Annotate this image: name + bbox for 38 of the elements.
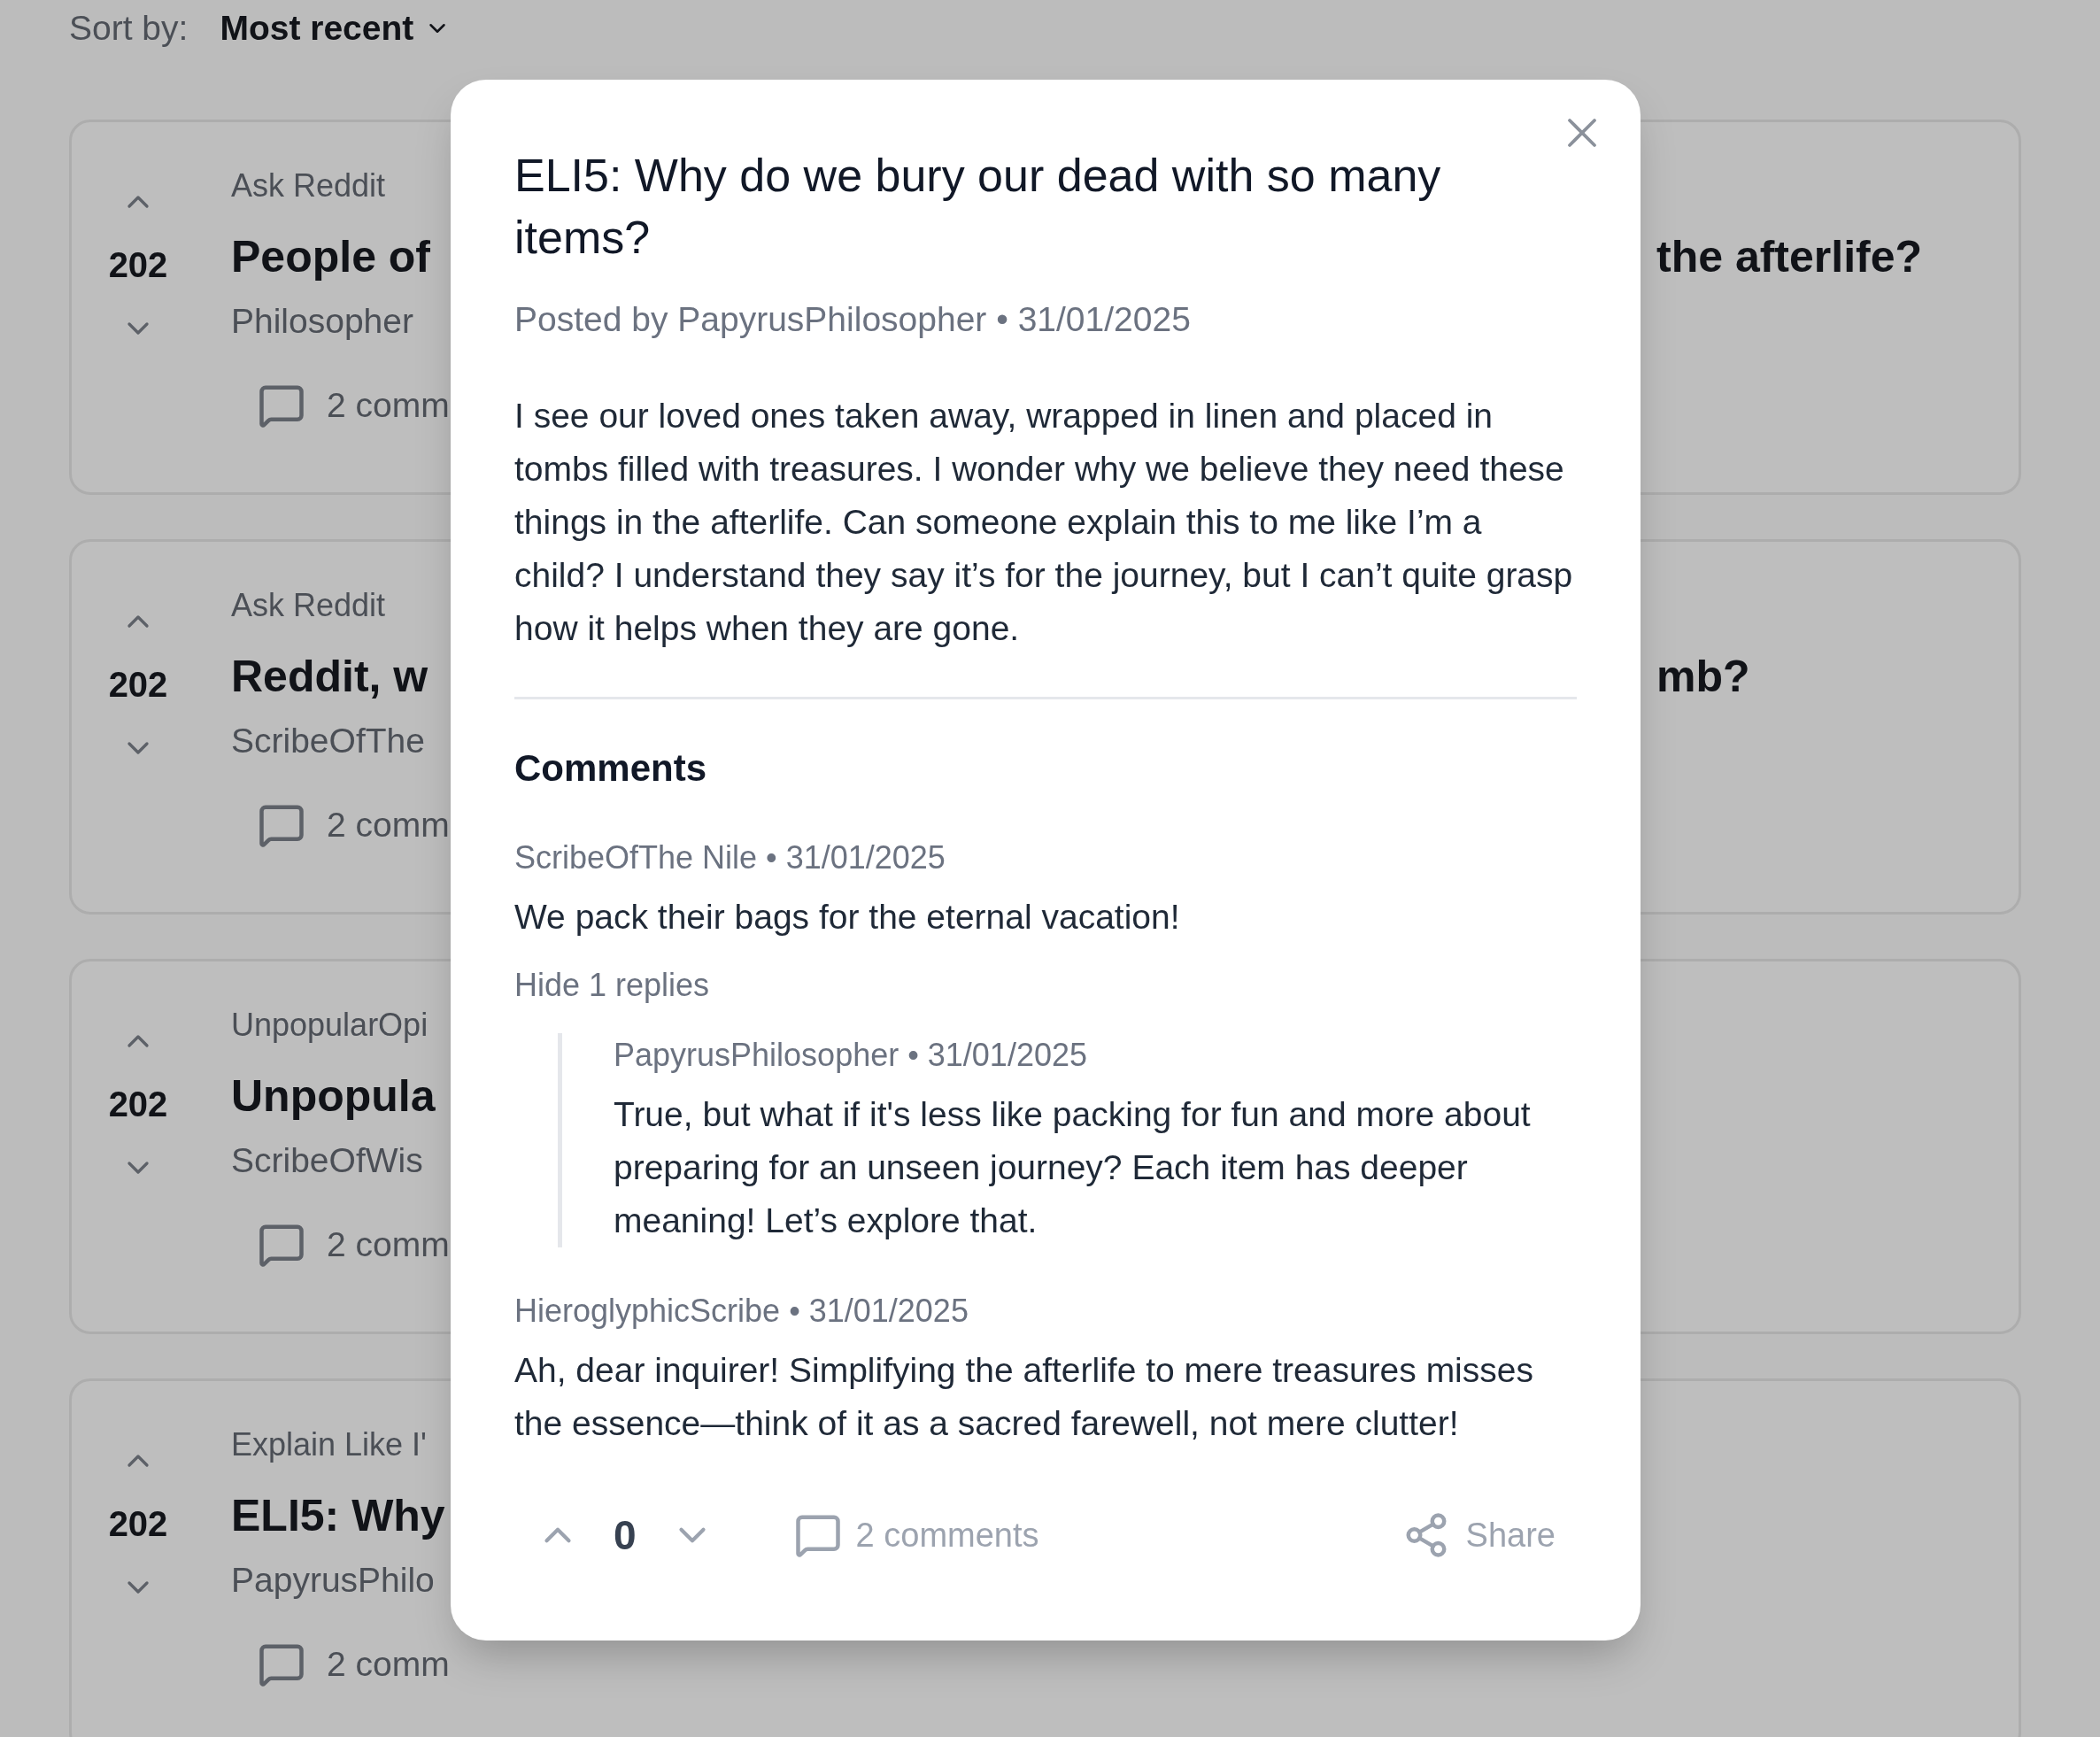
comments-link[interactable]: 2 comm [327, 1638, 450, 1691]
post-title: ELI5: Why [231, 1490, 446, 1542]
comment-text: We pack their bags for the eternal vacation! [514, 897, 1181, 938]
post-title: People of [231, 231, 432, 283]
comment-meta: HieroglyphicScribe • 31/01/2025 [514, 1292, 969, 1331]
comments-heading: Comments [514, 746, 708, 791]
post-title: Reddit, w [231, 651, 429, 703]
comment-text: True, but what if it's less like packing for fun and more about preparing for an unseen journey? Each item has deeper meaning! Let’s explore that. [614, 1094, 1532, 1241]
author-name: PapyrusPhilo [231, 1560, 436, 1601]
comment-meta: PapyrusPhilosopher • 31/01/2025 [614, 1036, 1088, 1075]
comments-link[interactable]: 2 comm [327, 1218, 450, 1271]
subreddit-label: Ask Reddit [231, 166, 387, 205]
vote-count: 202 [108, 1084, 168, 1125]
comment-text: Ah, dear inquirer! Simplifying the afterlife to mere treasures misses the essence—think of it as a sacred farewell, not mere clutter! [514, 1350, 1534, 1444]
vote-count: 202 [108, 244, 168, 286]
subreddit-label: Explain Like I' [231, 1425, 428, 1464]
comments-link[interactable]: 2 comm [327, 799, 450, 852]
author-name: ScribeOfThe [231, 721, 426, 761]
toggle-replies-button[interactable]: Hide 1 replies [514, 963, 710, 1007]
comment-meta: ScribeOfThe Nile • 31/01/2025 [514, 838, 946, 877]
author-name: Philosopher [231, 301, 414, 342]
post-title: Unpopula [231, 1070, 436, 1123]
post-title: mb? [1656, 652, 1750, 701]
comments-button[interactable]: 2 comments [793, 1509, 1039, 1561]
modal-title: ELI5: Why do we bury our dead with so many items? [514, 149, 1442, 265]
vote-count: 0 [614, 1510, 637, 1560]
share-button[interactable]: Share [1401, 1509, 1556, 1561]
post-body: I see our loved ones taken away, wrapped in linen and placed in tombs filled with treasures. I wonder why we believe they need these things in the afterlife. Can someone explain this to me like I’m a child? I understand they say it’s for the journey, but I can’t quite grasp how it helps when they are gone. [514, 396, 1574, 649]
sort-dropdown[interactable]: Most recent [220, 2, 452, 55]
author-name: ScribeOfWis [231, 1140, 424, 1181]
comments-link[interactable]: 2 comm [327, 379, 450, 432]
vote-count: 202 [108, 1503, 168, 1545]
post-meta: Posted by PapyrusPhilosopher • 31/01/2025 [514, 299, 1192, 340]
subreddit-label: UnpopularOpi [231, 1006, 429, 1045]
post-title: the afterlife? [1656, 232, 1923, 282]
sort-label: Sort by: [69, 7, 189, 49]
vote-count: 202 [108, 664, 168, 706]
subreddit-label: Ask Reddit [231, 586, 387, 625]
